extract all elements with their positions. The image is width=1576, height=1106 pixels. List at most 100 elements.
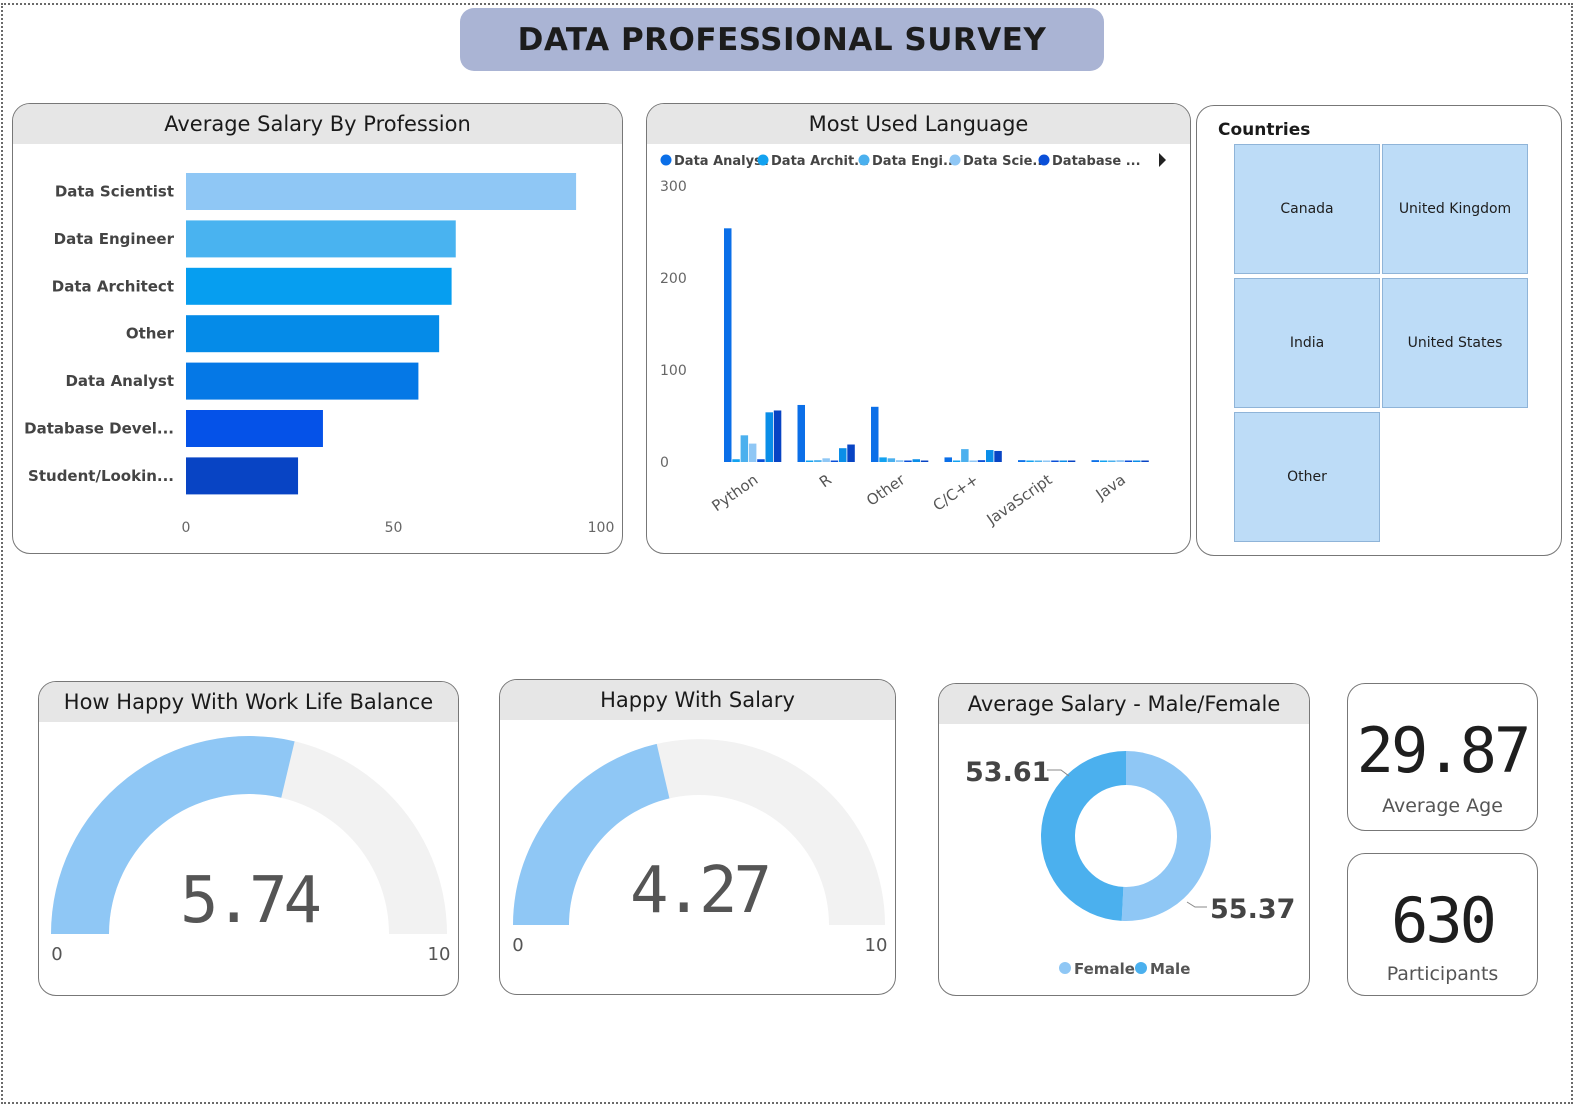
legend-marker <box>1059 962 1071 974</box>
language-category-label: R <box>816 471 835 492</box>
data-label-male: 53.61 <box>965 757 1050 788</box>
countries-card[interactable]: Countries Canada United Kingdom India Un… <box>1196 105 1562 556</box>
language-bar <box>797 404 805 462</box>
participants-label: Participants <box>1386 963 1499 985</box>
y-tick-label: 0 <box>660 455 669 471</box>
language-bar <box>1026 460 1034 462</box>
language-bar <box>757 459 765 462</box>
legend-next-arrow <box>1159 153 1166 167</box>
gauge-max-label: 10 <box>865 935 888 956</box>
most-used-language-card[interactable]: Most Used Language Data Analyst Data Arch… <box>646 103 1191 554</box>
country-tile-other[interactable]: Other <box>1234 412 1380 542</box>
language-category-label: C/C++ <box>930 471 982 515</box>
language-category-label: Other <box>863 470 909 510</box>
language-bar <box>732 459 740 462</box>
language-bar <box>920 460 929 462</box>
salary-by-profession-chart[interactable]: Data Scientist Data Engineer Data Architec… <box>13 104 623 554</box>
language-bar <box>773 410 782 462</box>
language-category-label: JavaScript <box>983 470 1056 529</box>
salary-by-profession-card[interactable]: Average Salary By Profession Data Scient… <box>12 103 623 554</box>
country-tile-united-kingdom[interactable]: United Kingdom <box>1382 144 1528 274</box>
data-label-female: 55.37 <box>1210 894 1295 925</box>
language-bar <box>1042 460 1051 462</box>
language-bar <box>1034 460 1043 462</box>
participants-card[interactable]: 630 Participants <box>1347 853 1538 996</box>
language-bar <box>912 459 920 462</box>
language-bar <box>1124 460 1133 462</box>
language-bar <box>879 457 887 462</box>
average-age-label: Average Age <box>1382 795 1503 817</box>
language-bar <box>977 460 986 462</box>
language-bar <box>887 458 896 462</box>
participants-value: 630 <box>1391 884 1497 957</box>
happy-with-salary-gauge[interactable]: 4.27 0 10 <box>500 680 896 995</box>
category-label: Data Analyst <box>65 372 174 390</box>
average-age-value: 29.87 <box>1356 714 1532 787</box>
language-bar <box>952 460 961 462</box>
x-tick-label: 100 <box>588 520 615 536</box>
category-label: Database Devel... <box>24 420 174 438</box>
language-bar <box>822 458 830 462</box>
legend-label: Data Scie... <box>963 154 1047 169</box>
legend-label: Female <box>1074 960 1135 978</box>
language-bar <box>805 460 814 462</box>
language-bar <box>1108 460 1116 462</box>
average-age-card[interactable]: 29.87 Average Age <box>1347 683 1538 831</box>
y-tick-label: 100 <box>660 363 687 379</box>
category-label: Student/Lookin... <box>28 467 174 485</box>
category-label: Data Architect <box>52 277 174 295</box>
salary-bar <box>186 220 456 258</box>
language-bar <box>994 450 1002 462</box>
country-tile-canada[interactable]: Canada <box>1234 144 1380 274</box>
language-bar <box>1067 460 1076 462</box>
dashboard-title: DATA PROFESSIONAL SURVEY <box>460 8 1104 71</box>
legend-marker <box>858 154 870 166</box>
legend-label: Data Engi... <box>872 154 958 169</box>
work-life-balance-gauge[interactable]: 5.74 0 10 <box>39 682 459 996</box>
category-label: Data Scientist <box>55 183 174 201</box>
language-bar <box>961 449 969 462</box>
legend-label: Database ... <box>1052 154 1141 169</box>
salary-bar <box>186 410 323 447</box>
language-bar <box>1133 460 1141 462</box>
language-bar <box>765 412 773 462</box>
salary-bar <box>186 315 440 353</box>
language-bar <box>839 448 847 462</box>
country-tile-united-states[interactable]: United States <box>1382 278 1528 408</box>
category-label: Other <box>126 325 175 343</box>
gauge-min-label: 0 <box>512 935 523 956</box>
gauge-value: 5.74 <box>180 864 320 938</box>
legend-marker <box>757 154 769 166</box>
countries-title: Countries <box>1218 120 1311 140</box>
country-tile-india[interactable]: India <box>1234 278 1380 408</box>
language-bar <box>895 460 904 462</box>
y-tick-label: 300 <box>660 179 687 195</box>
legend-marker <box>660 154 672 166</box>
most-used-language-chart[interactable]: Data Analyst Data Archit... Data Engi... Da… <box>647 104 1191 554</box>
legend-marker <box>1038 154 1050 166</box>
language-bar <box>724 228 732 462</box>
x-tick-label: 50 <box>385 520 403 536</box>
salary-gender-card[interactable]: Average Salary - Male/Female 53.61 55.37 F… <box>938 683 1310 996</box>
language-bar <box>969 460 977 462</box>
gauge-value: 4.27 <box>630 854 768 928</box>
work-life-balance-card[interactable]: How Happy With Work Life Balance 5.74 0 10 <box>38 681 459 996</box>
donut-slice <box>1040 751 1126 921</box>
language-bar <box>847 444 855 462</box>
language-bar <box>830 460 839 462</box>
salary-gender-donut[interactable]: 53.61 55.37 Female Male <box>939 684 1310 996</box>
salary-bar <box>186 457 299 495</box>
happy-with-salary-card[interactable]: Happy With Salary 4.27 0 10 <box>499 679 896 995</box>
language-bar <box>904 460 912 462</box>
language-bar <box>944 457 952 462</box>
language-bar <box>1099 460 1108 462</box>
language-bar <box>986 450 994 462</box>
legend-marker <box>949 154 961 166</box>
category-label: Data Engineer <box>54 230 175 248</box>
salary-bar <box>186 362 419 400</box>
language-bar <box>1116 460 1124 462</box>
legend-label: Data Archit... <box>771 154 869 169</box>
gauge-max-label: 10 <box>428 944 451 965</box>
x-tick-label: 0 <box>182 520 191 536</box>
salary-bar <box>186 173 577 210</box>
